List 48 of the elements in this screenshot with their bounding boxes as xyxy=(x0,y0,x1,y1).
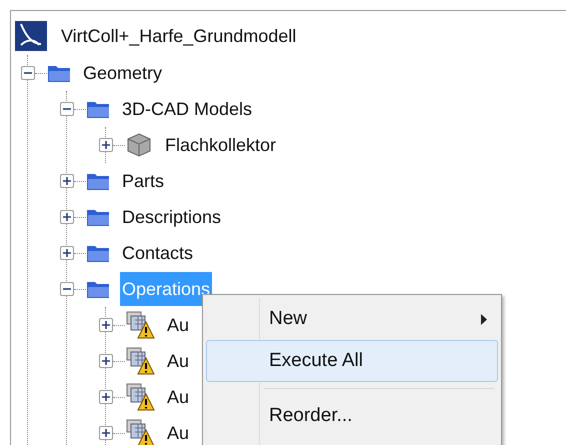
tree-item-label[interactable]: Parts xyxy=(120,164,166,198)
expand-toggle[interactable] xyxy=(99,354,113,368)
tree-root-label[interactable]: VirtColl+_Harfe_Grundmodell xyxy=(61,22,296,50)
folder-icon xyxy=(86,99,110,119)
tree-item-label[interactable]: Au xyxy=(165,344,192,378)
folder-icon xyxy=(47,63,71,83)
plus-icon xyxy=(102,393,110,401)
folder-icon xyxy=(86,171,110,191)
tree-item-label[interactable]: Au xyxy=(165,416,192,445)
expand-toggle[interactable] xyxy=(99,426,113,440)
tree-item-label[interactable]: Au xyxy=(165,380,192,414)
submenu-arrow-icon xyxy=(481,314,487,324)
minus-icon xyxy=(24,69,32,77)
operation-warning-icon xyxy=(125,418,155,445)
expand-toggle[interactable] xyxy=(99,138,113,152)
plus-icon xyxy=(102,429,110,437)
expand-toggle[interactable] xyxy=(60,246,74,260)
tree-item-label[interactable]: Flachkollektor xyxy=(163,128,278,162)
folder-icon xyxy=(86,243,110,263)
tree-item-label[interactable]: Descriptions xyxy=(120,200,224,234)
logo-icon xyxy=(15,21,47,51)
cube-icon xyxy=(125,132,153,158)
plus-icon xyxy=(102,357,110,365)
plus-icon xyxy=(63,177,71,185)
expand-toggle[interactable] xyxy=(99,318,113,332)
plus-icon xyxy=(102,321,110,329)
collapse-toggle[interactable] xyxy=(21,66,35,80)
expand-toggle[interactable] xyxy=(60,210,74,224)
tree-item-label[interactable]: Contacts xyxy=(120,236,196,270)
expand-toggle[interactable] xyxy=(60,174,74,188)
minus-icon xyxy=(63,285,71,293)
plus-icon xyxy=(63,213,71,221)
operation-warning-icon xyxy=(125,382,155,412)
menu-item[interactable]: Reorder... xyxy=(206,395,498,437)
operation-warning-icon xyxy=(125,310,155,340)
menu-item[interactable]: Execute All xyxy=(206,340,498,382)
folder-icon xyxy=(86,279,110,299)
tree-item-label[interactable]: Geometry xyxy=(81,56,164,90)
tree-item-label[interactable]: Au xyxy=(165,308,192,342)
expand-toggle[interactable] xyxy=(99,390,113,404)
minus-icon xyxy=(63,105,71,113)
operation-warning-icon xyxy=(125,346,155,376)
plus-icon xyxy=(63,249,71,257)
plus-icon xyxy=(102,141,110,149)
folder-icon xyxy=(86,207,110,227)
tree-item-label[interactable]: 3D-CAD Models xyxy=(120,92,254,126)
collapse-toggle[interactable] xyxy=(60,282,74,296)
collapse-toggle[interactable] xyxy=(60,102,74,116)
